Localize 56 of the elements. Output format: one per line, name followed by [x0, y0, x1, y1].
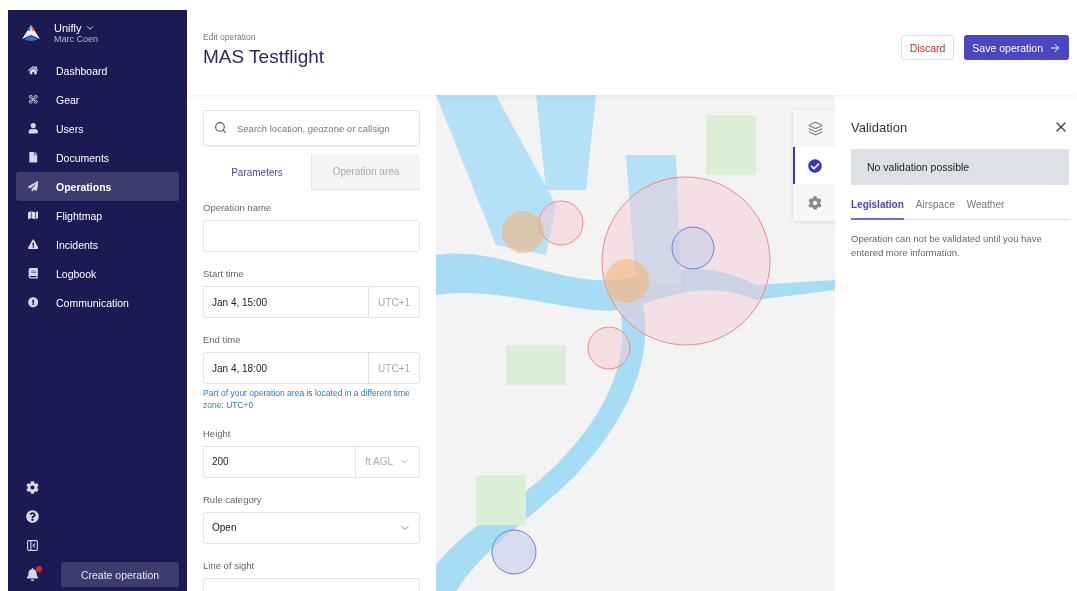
bell-icon[interactable]	[26, 568, 39, 581]
chevron-down-icon	[84, 23, 95, 33]
house-icon	[27, 65, 39, 76]
height-field[interactable]: 200 ft AGL	[203, 445, 420, 478]
search-field[interactable]: Search location, geozone or callsign	[203, 110, 420, 146]
time-field[interactable]: Jan 4, 18:00 UTC+1	[203, 352, 420, 384]
organization-switcher[interactable]: Unifly	[54, 22, 98, 34]
validation-tab[interactable]: Airspace	[915, 199, 955, 220]
check-icon	[808, 158, 822, 173]
timezone-note: Part of your operation area is located in a different time zone: UTC+0	[203, 388, 411, 412]
user-icon	[27, 123, 39, 134]
status-banner: No validation possible	[851, 149, 1069, 185]
select-field[interactable]: Open	[203, 511, 420, 544]
document-icon	[27, 152, 39, 163]
validation-tab[interactable]: Weather	[966, 199, 1005, 220]
field-label: End time	[203, 334, 242, 345]
drone-icon	[27, 94, 39, 105]
panel-title: Validation	[851, 119, 908, 135]
discard-button[interactable]: Discard	[900, 35, 955, 60]
field-label: Operation name	[203, 202, 273, 213]
nav-item[interactable]: Flightmap	[16, 201, 179, 230]
layers-icon	[807, 121, 823, 136]
exclamation-icon	[27, 297, 39, 308]
nav-item[interactable]: Communication	[16, 288, 179, 317]
map-tool-button[interactable]	[793, 147, 835, 184]
nav-item[interactable]: Gear	[16, 85, 179, 114]
settings-icon	[808, 195, 822, 210]
validation-tab[interactable]: Legislation	[851, 199, 904, 220]
page-title: MAS Testflight	[203, 45, 325, 68]
help-icon[interactable]	[26, 510, 39, 523]
input-field[interactable]	[203, 220, 420, 252]
book-icon	[27, 268, 39, 279]
warning-icon	[27, 239, 39, 250]
field-label: Line of sight	[203, 559, 256, 571]
field-label: Rule category	[203, 493, 263, 505]
nav-item[interactable]: Logbook	[16, 259, 179, 288]
map-icon	[27, 210, 39, 221]
create-operation-button[interactable]: Create operation	[61, 562, 179, 587]
nav-item[interactable]: Operations	[16, 172, 179, 201]
field-label: Height	[203, 427, 232, 439]
field-label: Start time	[203, 268, 245, 279]
paper-plane-icon	[27, 181, 39, 192]
time-field[interactable]: Jan 4, 15:00 UTC+1	[203, 286, 420, 318]
collapse-icon[interactable]	[26, 539, 39, 552]
nav-item[interactable]: Dashboard	[16, 56, 179, 85]
validation-message: Operation can not be validated until you have entered more information.	[851, 232, 1043, 260]
nav-item[interactable]: Incidents	[16, 230, 179, 259]
settings-icon[interactable]	[26, 481, 39, 494]
nav-item[interactable]: Users	[16, 114, 179, 143]
logo-icon	[22, 25, 40, 41]
save-button[interactable]: Save operation	[964, 35, 1069, 60]
nav-item[interactable]: Documents	[16, 143, 179, 172]
user-name: Marc Coen	[54, 34, 98, 44]
breadcrumb: Edit operation	[203, 31, 257, 42]
arrow-right-icon	[1049, 41, 1061, 54]
search-icon	[214, 121, 227, 134]
